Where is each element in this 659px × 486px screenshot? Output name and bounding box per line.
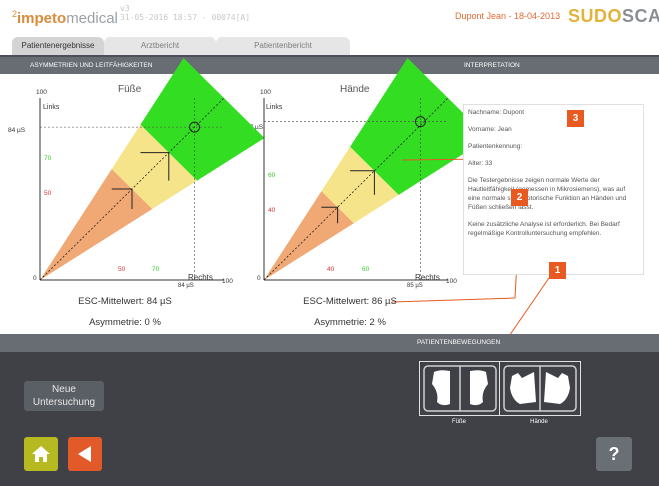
hands-movement-box[interactable]: [499, 361, 581, 416]
annotation-marker-2: 2: [511, 189, 528, 206]
feet-diagonal: [39, 97, 225, 281]
patient-firstname: Vorname: Jean: [468, 126, 512, 133]
interpretation-paragraph-1: Die Testergebnisse zeigen normale Werte …: [468, 177, 627, 211]
back-arrow-icon: [78, 446, 91, 462]
feet-esc-mean: ESC-Mittelwert: 84 µS: [78, 296, 172, 307]
hands-movement-label: Hände: [530, 419, 548, 425]
interpretation-text-box: Nachname: Dupont Vorname: Jean Patienten…: [463, 104, 644, 275]
feet-movement-box[interactable]: [419, 361, 501, 416]
back-button[interactable]: [68, 437, 102, 471]
patient-id: Patientenkennung:: [468, 143, 523, 150]
annotation-leader-1: [504, 277, 557, 343]
hands-movement-icon: [503, 365, 577, 412]
annotation-marker-3: 3: [567, 110, 584, 127]
feet-movement-label: Füße: [451, 419, 466, 425]
home-button[interactable]: [24, 437, 58, 471]
feet-asymmetry: Asymmetrie: 0 %: [89, 317, 161, 328]
hands-diagonal: [263, 97, 449, 281]
new-exam-button[interactable]: Neue Untersuchung: [24, 381, 104, 411]
patient-age: Alter: 33: [468, 160, 493, 167]
help-button[interactable]: ?: [596, 437, 632, 471]
hands-asymmetry: Asymmetrie: 2 %: [314, 317, 386, 328]
feet-movement-icon: [423, 365, 497, 412]
home-icon: [32, 446, 50, 462]
patient-lastname: Nachname: Dupont: [468, 109, 525, 116]
section-title-movement: PATIENTENBEWEGUNGEN: [417, 339, 501, 346]
interpretation-paragraph-2: Keine zusätzliche Analyse ist erforderli…: [468, 221, 620, 237]
annotation-marker-1: 1: [549, 262, 566, 279]
hands-esc-mean: ESC-Mittelwert: 86 µS: [303, 296, 397, 307]
section-bar-movement: [0, 334, 659, 352]
